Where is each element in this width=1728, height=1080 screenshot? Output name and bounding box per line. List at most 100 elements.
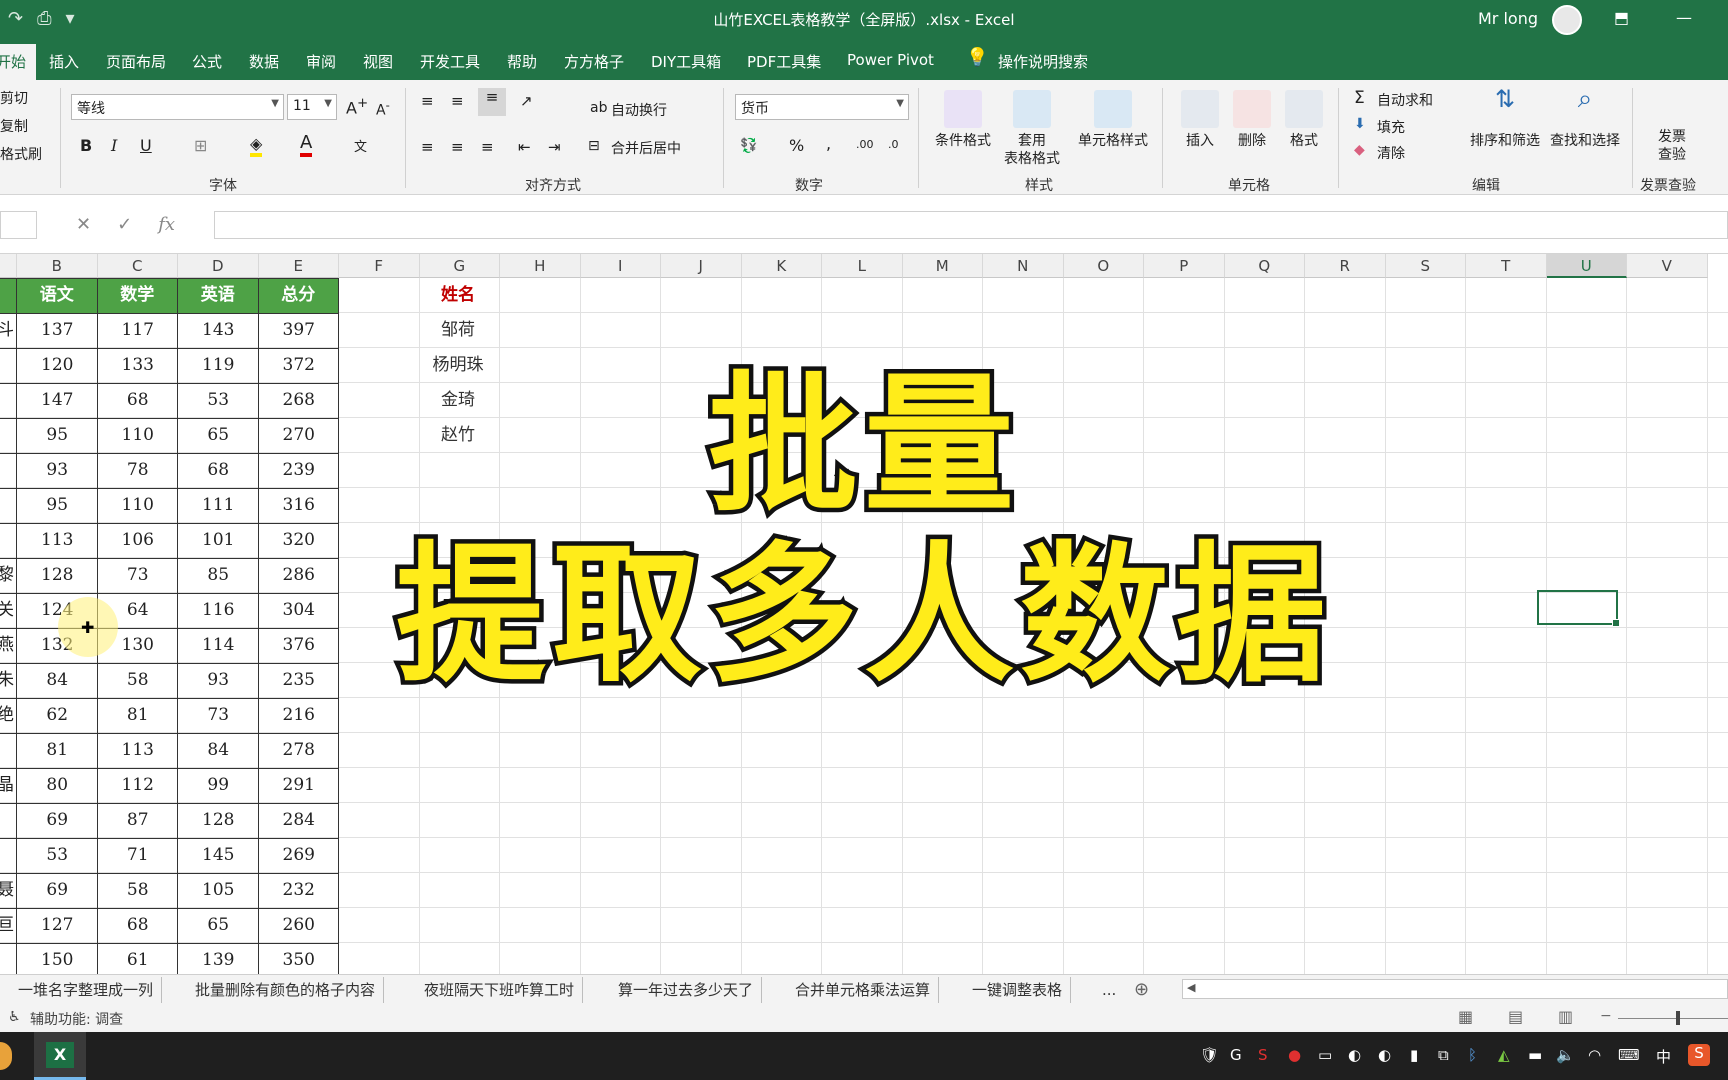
- tab-power-pivot[interactable]: Power Pivot: [847, 51, 934, 69]
- table-cell[interactable]: 350: [259, 943, 340, 974]
- tab-help[interactable]: 帮助: [507, 51, 537, 72]
- table-cell[interactable]: 81: [17, 733, 98, 768]
- column-header-C[interactable]: C: [97, 254, 178, 278]
- name-cell-partial[interactable]: [0, 943, 14, 974]
- format-cells-button[interactable]: 格式: [1282, 90, 1326, 150]
- tab-page-layout[interactable]: 页面布局: [106, 51, 166, 72]
- sheet-tab[interactable]: 一堆名字整理成一列: [10, 977, 163, 1003]
- italic-icon[interactable]: I: [111, 136, 117, 155]
- column-header-M[interactable]: M: [902, 254, 983, 278]
- tab-home[interactable]: 开始: [0, 44, 37, 80]
- name-cell-partial[interactable]: 亘: [0, 908, 14, 943]
- font-size-select[interactable]: 11 ▼: [287, 94, 337, 120]
- conditional-format-button[interactable]: 条件格式: [928, 90, 998, 150]
- column-header-D[interactable]: D: [178, 254, 259, 278]
- sheet-tab[interactable]: 算一年过去多少天了: [610, 977, 763, 1003]
- name-cell-partial[interactable]: 绝: [0, 698, 14, 733]
- number-format-select[interactable]: 货币 ▼: [735, 94, 909, 120]
- tell-me-search[interactable]: 操作说明搜索: [998, 51, 1088, 72]
- table-cell[interactable]: 105: [178, 873, 259, 908]
- name-cell-partial[interactable]: 斗: [0, 313, 14, 348]
- table-cell[interactable]: 216: [259, 698, 340, 733]
- tab-formulas[interactable]: 公式: [192, 51, 222, 72]
- column-header-R[interactable]: R: [1305, 254, 1386, 278]
- table-cell[interactable]: 128: [178, 803, 259, 838]
- zoom-slider-thumb[interactable]: [1676, 1011, 1680, 1025]
- comma-style-icon[interactable]: ,: [826, 134, 831, 153]
- mic-icon[interactable]: ▮: [1410, 1046, 1418, 1064]
- column-header-N[interactable]: N: [983, 254, 1064, 278]
- decrease-font-icon[interactable]: A-: [376, 98, 390, 119]
- wifi-icon[interactable]: ◠: [1588, 1046, 1601, 1064]
- table-cell[interactable]: 145: [178, 838, 259, 873]
- name-cell-partial[interactable]: 晶: [0, 768, 14, 803]
- table-cell[interactable]: 99: [178, 768, 259, 803]
- tab-insert[interactable]: 插入: [49, 51, 79, 72]
- table-header-cell[interactable]: 语文: [17, 278, 98, 313]
- sheet-tab[interactable]: 一键调整表格: [964, 977, 1072, 1003]
- table-cell[interactable]: 143: [178, 313, 259, 348]
- sheet-tab[interactable]: 夜班隔天下班咋算工时: [416, 977, 584, 1003]
- font-name-select[interactable]: 等线 ▼: [71, 94, 284, 120]
- table-cell[interactable]: 80: [17, 768, 98, 803]
- table-cell[interactable]: 291: [259, 768, 340, 803]
- table-cell[interactable]: 69: [17, 873, 98, 908]
- column-header-B[interactable]: B: [17, 254, 98, 278]
- table-cell[interactable]: 69: [17, 803, 98, 838]
- name-box[interactable]: [0, 211, 37, 239]
- bluetooth-icon[interactable]: ᛒ: [1468, 1046, 1477, 1064]
- accessibility-status[interactable]: 辅助功能: 调查: [30, 1009, 123, 1029]
- table-header-stub[interactable]: [0, 278, 17, 313]
- horizontal-scrollbar[interactable]: ◀: [1182, 979, 1728, 999]
- sort-filter-button[interactable]: ⇅ 排序和筛选: [1467, 87, 1543, 150]
- table-cell[interactable]: 284: [259, 803, 340, 838]
- table-cell[interactable]: 269: [259, 838, 340, 873]
- table-cell[interactable]: 260: [259, 908, 340, 943]
- insert-cells-button[interactable]: 插入: [1178, 90, 1222, 150]
- qq-icon[interactable]: ◐: [1348, 1046, 1361, 1064]
- table-cell[interactable]: 71: [98, 838, 179, 873]
- percent-icon[interactable]: %: [789, 136, 804, 155]
- minimize-icon[interactable]: —: [1676, 8, 1692, 27]
- more-sheets-button[interactable]: ...: [1094, 977, 1124, 1003]
- tab-fangfang[interactable]: 方方格子: [564, 51, 624, 72]
- tab-view[interactable]: 视图: [363, 51, 393, 72]
- wrap-text-button[interactable]: 自动换行: [611, 100, 667, 120]
- table-cell[interactable]: 397: [259, 313, 340, 348]
- table-cell[interactable]: 112: [98, 768, 179, 803]
- battery-icon[interactable]: ▬: [1528, 1046, 1542, 1064]
- select-all-corner[interactable]: [0, 254, 17, 278]
- name-cell-partial[interactable]: [0, 733, 14, 768]
- worksheet-grid[interactable]: B C D E F G H I J K L M N O P Q R S T U V 语文 数学 英语 总分斗 137 117 143 3…: [0, 254, 1728, 974]
- copy-button[interactable]: 复制: [0, 116, 28, 136]
- enter-icon[interactable]: ✓: [117, 214, 132, 235]
- table-cell[interactable]: 84: [178, 733, 259, 768]
- table-cell[interactable]: 87: [98, 803, 179, 838]
- align-left-icon[interactable]: ≡: [421, 138, 434, 156]
- fill-button[interactable]: 填充: [1377, 117, 1405, 137]
- table-cell[interactable]: 232: [259, 873, 340, 908]
- table-header-cell[interactable]: 英语: [178, 278, 259, 313]
- screen-icon[interactable]: ⧉: [1438, 1046, 1449, 1064]
- zoom-slider[interactable]: [1618, 1018, 1728, 1019]
- zoom-out-icon[interactable]: −: [1600, 1008, 1612, 1024]
- column-header-I[interactable]: I: [580, 254, 661, 278]
- column-header-T[interactable]: T: [1466, 254, 1547, 278]
- merge-center-button[interactable]: 合并后居中: [611, 138, 681, 158]
- table-cell[interactable]: 73: [178, 698, 259, 733]
- align-bottom-icon[interactable]: ≡: [478, 88, 506, 116]
- delete-cells-button[interactable]: 删除: [1230, 90, 1274, 150]
- formula-input[interactable]: [214, 211, 1728, 239]
- decrease-indent-icon[interactable]: ⇤: [518, 138, 531, 156]
- table-cell[interactable]: 137: [17, 313, 98, 348]
- record-icon[interactable]: ●: [1288, 1046, 1301, 1064]
- cancel-icon[interactable]: ✕: [76, 214, 91, 235]
- tab-data[interactable]: 数据: [249, 51, 279, 72]
- table-cell[interactable]: 81: [98, 698, 179, 733]
- input-method-indicator[interactable]: 中: [1656, 1046, 1671, 1067]
- table-header-cell[interactable]: 总分: [258, 278, 339, 313]
- column-header-P[interactable]: P: [1144, 254, 1225, 278]
- column-header-J[interactable]: J: [661, 254, 742, 278]
- accounting-format-icon[interactable]: 💱: [740, 138, 757, 154]
- chrome-icon[interactable]: [0, 1042, 12, 1070]
